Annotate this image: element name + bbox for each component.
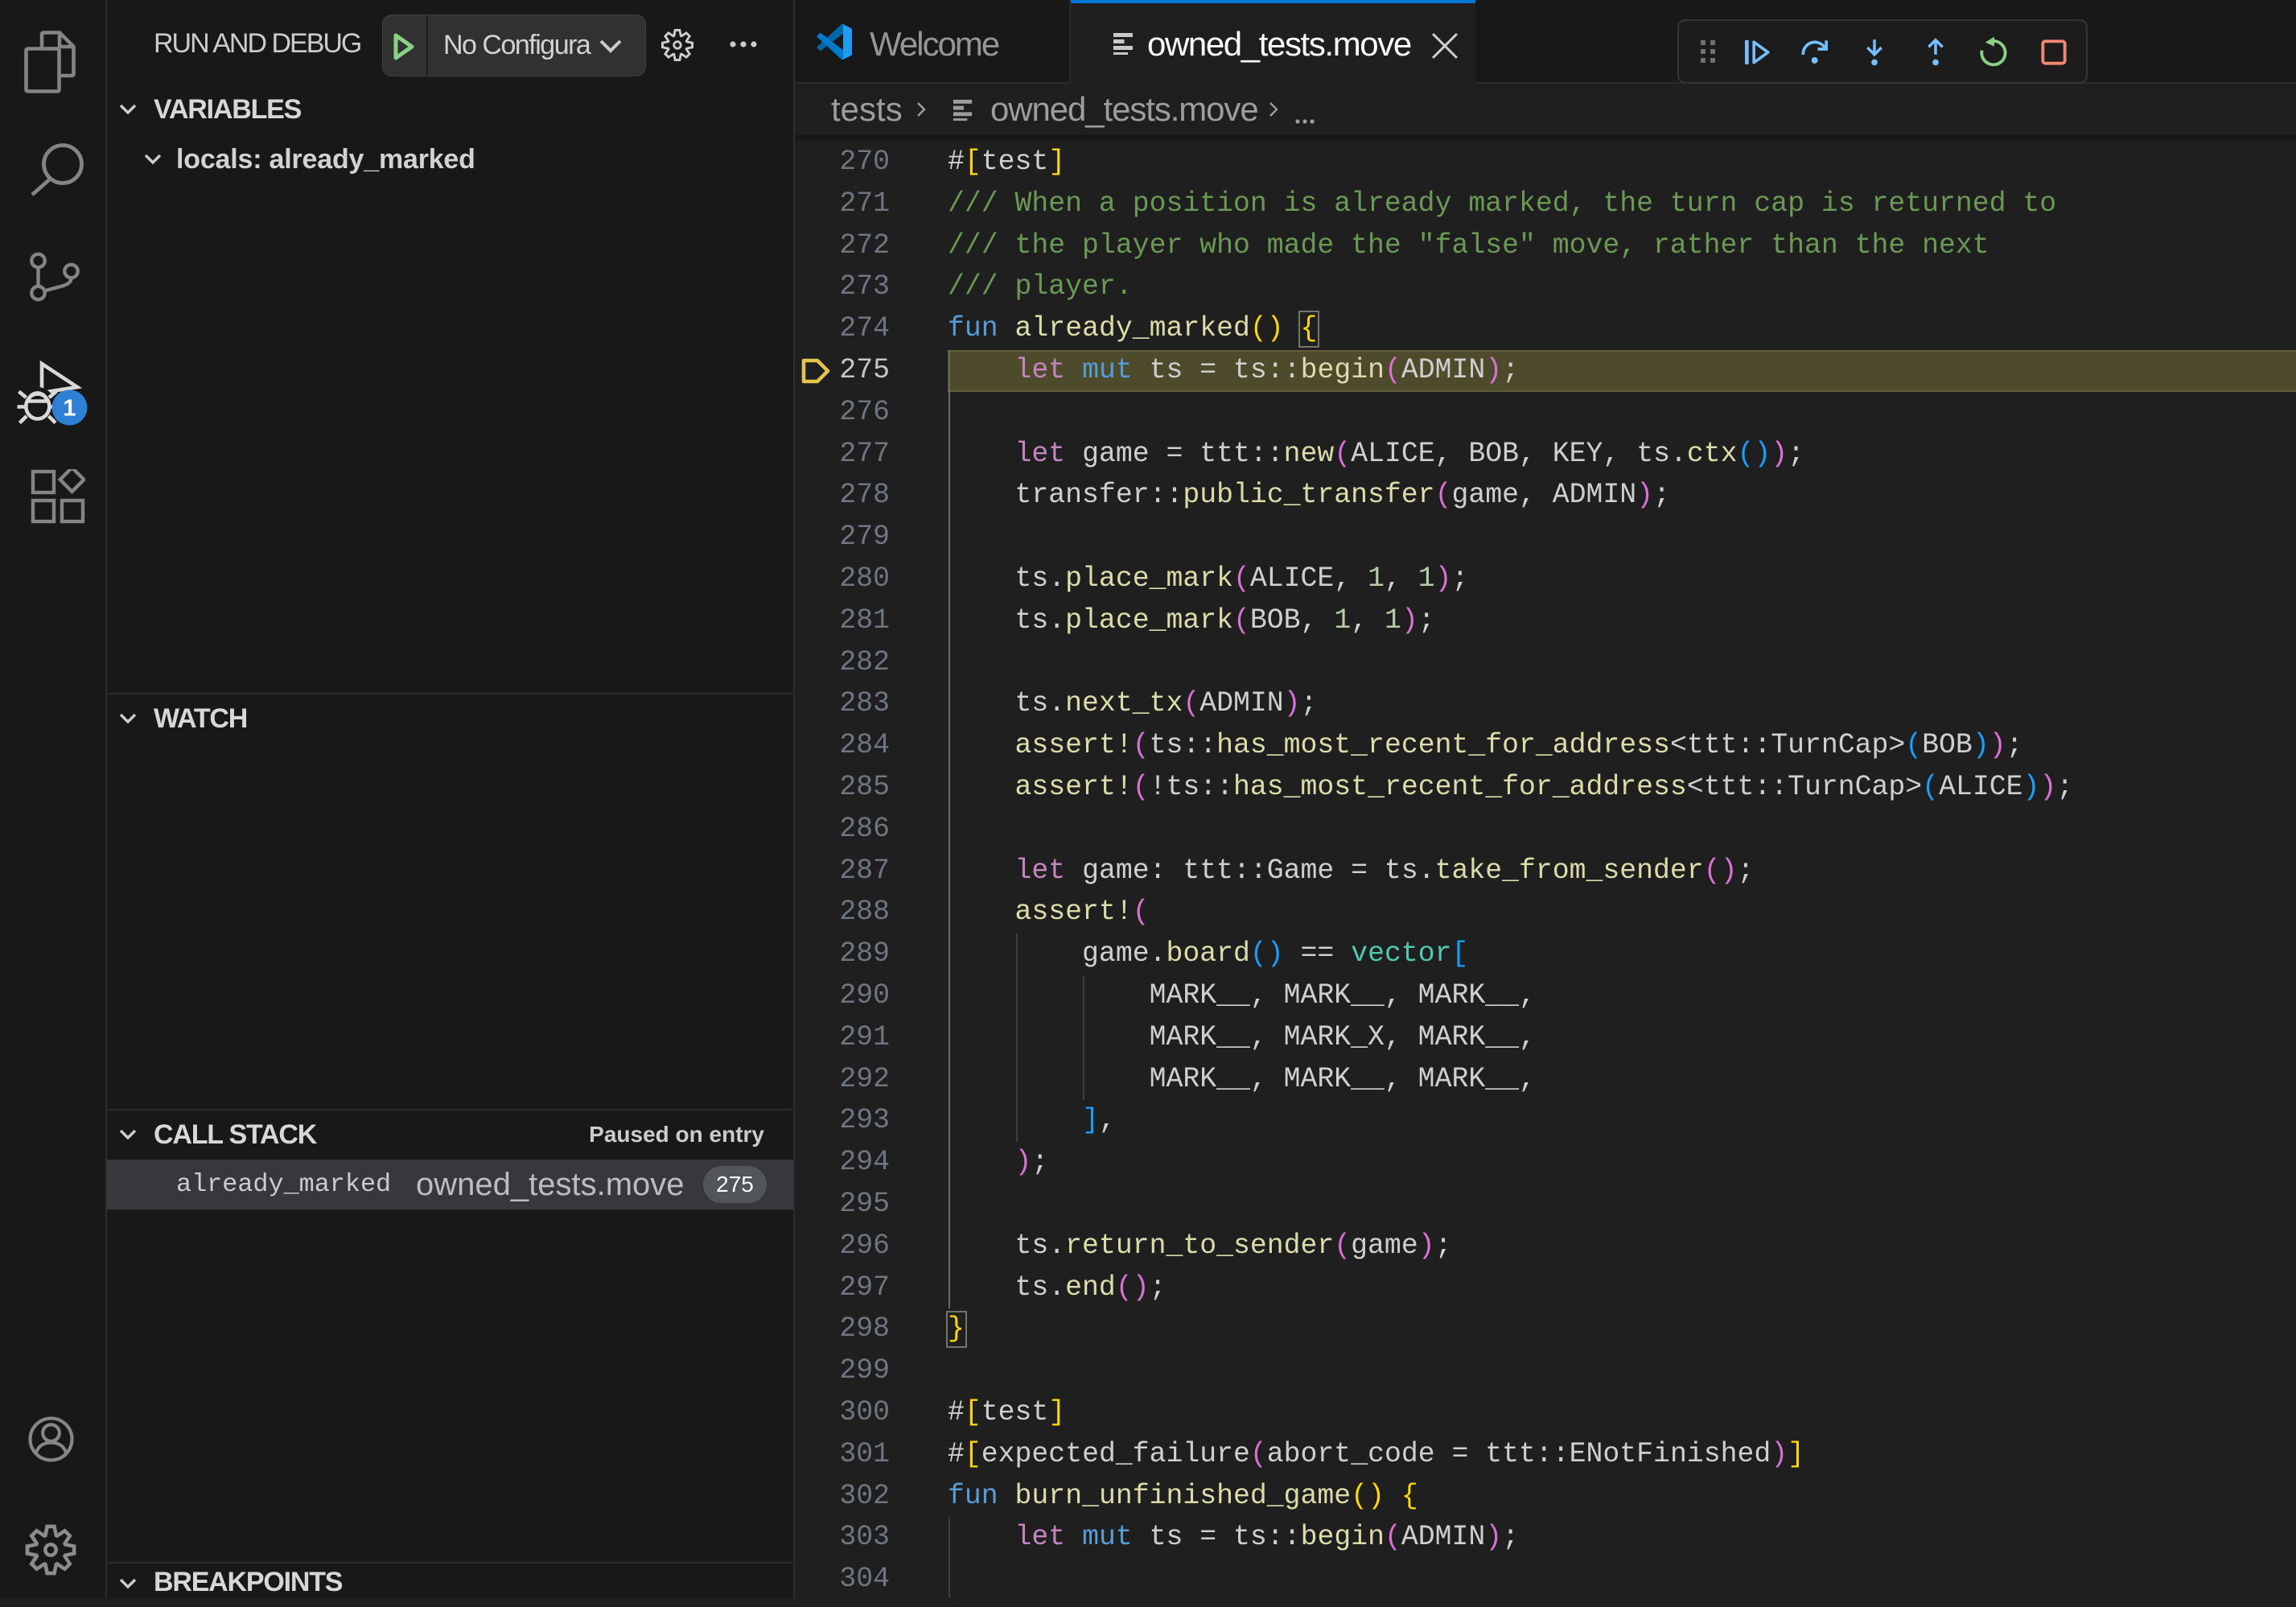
svg-text:1: 1 — [63, 396, 76, 422]
